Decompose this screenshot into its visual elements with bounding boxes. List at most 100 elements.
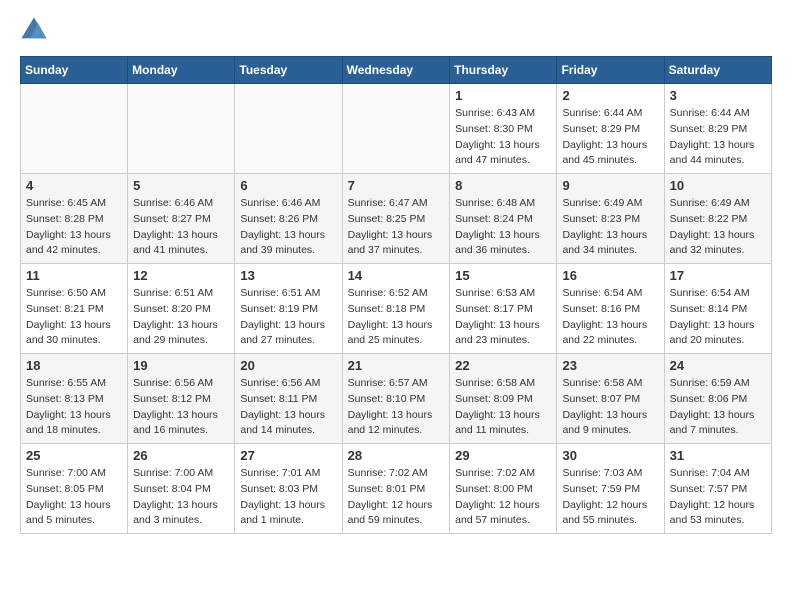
calendar-cell: 22 Sunrise: 6:58 AMSunset: 8:09 PMDayligh… (450, 354, 557, 444)
calendar-cell: 18 Sunrise: 6:55 AMSunset: 8:13 PMDayligh… (21, 354, 128, 444)
day-number: 28 (348, 448, 445, 463)
day-number: 2 (562, 88, 658, 103)
calendar-cell: 5 Sunrise: 6:46 AMSunset: 8:27 PMDaylight… (128, 174, 235, 264)
day-number: 9 (562, 178, 658, 193)
calendar-cell: 20 Sunrise: 6:56 AMSunset: 8:11 PMDayligh… (235, 354, 342, 444)
logo-icon (20, 16, 48, 44)
calendar-cell: 14 Sunrise: 6:52 AMSunset: 8:18 PMDayligh… (342, 264, 450, 354)
day-info: Sunrise: 6:43 AMSunset: 8:30 PMDaylight:… (455, 106, 551, 169)
header-saturday: Saturday (664, 57, 771, 84)
calendar-cell: 11 Sunrise: 6:50 AMSunset: 8:21 PMDayligh… (21, 264, 128, 354)
day-number: 20 (240, 358, 336, 373)
day-info: Sunrise: 6:55 AMSunset: 8:13 PMDaylight:… (26, 376, 122, 439)
calendar-cell (342, 84, 450, 174)
day-number: 12 (133, 268, 229, 283)
day-number: 11 (26, 268, 122, 283)
calendar-table: SundayMondayTuesdayWednesdayThursdayFrid… (20, 56, 772, 534)
day-info: Sunrise: 6:58 AMSunset: 8:09 PMDaylight:… (455, 376, 551, 439)
day-number: 23 (562, 358, 658, 373)
day-info: Sunrise: 7:00 AMSunset: 8:04 PMDaylight:… (133, 466, 229, 529)
day-info: Sunrise: 6:49 AMSunset: 8:23 PMDaylight:… (562, 196, 658, 259)
calendar-cell: 28 Sunrise: 7:02 AMSunset: 8:01 PMDayligh… (342, 444, 450, 534)
calendar-cell: 13 Sunrise: 6:51 AMSunset: 8:19 PMDayligh… (235, 264, 342, 354)
calendar-cell: 29Sunrise: 7:02 AMSunset: 8:00 PMDayligh… (450, 444, 557, 534)
calendar-header-row: SundayMondayTuesdayWednesdayThursdayFrid… (21, 57, 772, 84)
calendar-cell: 1 Sunrise: 6:43 AMSunset: 8:30 PMDaylight… (450, 84, 557, 174)
day-info: Sunrise: 6:44 AMSunset: 8:29 PMDaylight:… (670, 106, 766, 169)
calendar-cell: 25 Sunrise: 7:00 AMSunset: 8:05 PMDayligh… (21, 444, 128, 534)
calendar-cell: 15 Sunrise: 6:53 AMSunset: 8:17 PMDayligh… (450, 264, 557, 354)
calendar-cell: 24Sunrise: 6:59 AMSunset: 8:06 PMDayligh… (664, 354, 771, 444)
day-number: 13 (240, 268, 336, 283)
day-info: Sunrise: 6:47 AMSunset: 8:25 PMDaylight:… (348, 196, 445, 259)
day-number: 4 (26, 178, 122, 193)
day-info: Sunrise: 6:48 AMSunset: 8:24 PMDaylight:… (455, 196, 551, 259)
day-info: Sunrise: 7:04 AMSunset: 7:57 PMDaylight:… (670, 466, 766, 529)
day-info: Sunrise: 6:51 AMSunset: 8:20 PMDaylight:… (133, 286, 229, 349)
header-sunday: Sunday (21, 57, 128, 84)
day-number: 7 (348, 178, 445, 193)
header (20, 16, 772, 44)
calendar-week-1: 1 Sunrise: 6:43 AMSunset: 8:30 PMDaylight… (21, 84, 772, 174)
day-number: 22 (455, 358, 551, 373)
header-tuesday: Tuesday (235, 57, 342, 84)
calendar-cell: 27Sunrise: 7:01 AMSunset: 8:03 PMDayligh… (235, 444, 342, 534)
day-info: Sunrise: 6:57 AMSunset: 8:10 PMDaylight:… (348, 376, 445, 439)
day-info: Sunrise: 7:02 AMSunset: 8:01 PMDaylight:… (348, 466, 445, 529)
day-number: 31 (670, 448, 766, 463)
header-wednesday: Wednesday (342, 57, 450, 84)
calendar-cell (235, 84, 342, 174)
header-monday: Monday (128, 57, 235, 84)
calendar-cell: 12 Sunrise: 6:51 AMSunset: 8:20 PMDayligh… (128, 264, 235, 354)
header-thursday: Thursday (450, 57, 557, 84)
calendar-week-3: 11 Sunrise: 6:50 AMSunset: 8:21 PMDayligh… (21, 264, 772, 354)
calendar-cell (21, 84, 128, 174)
day-info: Sunrise: 6:53 AMSunset: 8:17 PMDaylight:… (455, 286, 551, 349)
calendar-cell: 31 Sunrise: 7:04 AMSunset: 7:57 PMDayligh… (664, 444, 771, 534)
day-number: 1 (455, 88, 551, 103)
day-number: 5 (133, 178, 229, 193)
day-info: Sunrise: 6:51 AMSunset: 8:19 PMDaylight:… (240, 286, 336, 349)
calendar-cell: 26Sunrise: 7:00 AMSunset: 8:04 PMDayligh… (128, 444, 235, 534)
day-number: 10 (670, 178, 766, 193)
calendar-cell: 4Sunrise: 6:45 AMSunset: 8:28 PMDaylight… (21, 174, 128, 264)
day-info: Sunrise: 6:49 AMSunset: 8:22 PMDaylight:… (670, 196, 766, 259)
calendar-cell: 3 Sunrise: 6:44 AMSunset: 8:29 PMDaylight… (664, 84, 771, 174)
day-info: Sunrise: 7:00 AMSunset: 8:05 PMDaylight:… (26, 466, 122, 529)
day-info: Sunrise: 6:58 AMSunset: 8:07 PMDaylight:… (562, 376, 658, 439)
day-info: Sunrise: 6:54 AMSunset: 8:16 PMDaylight:… (562, 286, 658, 349)
day-info: Sunrise: 6:44 AMSunset: 8:29 PMDaylight:… (562, 106, 658, 169)
calendar-cell: 23 Sunrise: 6:58 AMSunset: 8:07 PMDayligh… (557, 354, 664, 444)
calendar-cell: 9 Sunrise: 6:49 AMSunset: 8:23 PMDaylight… (557, 174, 664, 264)
day-number: 6 (240, 178, 336, 193)
day-info: Sunrise: 6:50 AMSunset: 8:21 PMDaylight:… (26, 286, 122, 349)
day-number: 17 (670, 268, 766, 283)
calendar-cell (128, 84, 235, 174)
calendar-week-2: 4Sunrise: 6:45 AMSunset: 8:28 PMDaylight… (21, 174, 772, 264)
calendar-cell: 2 Sunrise: 6:44 AMSunset: 8:29 PMDaylight… (557, 84, 664, 174)
calendar-cell: 21 Sunrise: 6:57 AMSunset: 8:10 PMDayligh… (342, 354, 450, 444)
header-friday: Friday (557, 57, 664, 84)
day-number: 15 (455, 268, 551, 283)
day-info: Sunrise: 6:56 AMSunset: 8:11 PMDaylight:… (240, 376, 336, 439)
day-number: 3 (670, 88, 766, 103)
day-number: 27 (240, 448, 336, 463)
day-info: Sunrise: 6:46 AMSunset: 8:27 PMDaylight:… (133, 196, 229, 259)
day-number: 19 (133, 358, 229, 373)
day-number: 14 (348, 268, 445, 283)
day-number: 18 (26, 358, 122, 373)
calendar-cell: 17Sunrise: 6:54 AMSunset: 8:14 PMDayligh… (664, 264, 771, 354)
day-info: Sunrise: 7:03 AMSunset: 7:59 PMDaylight:… (562, 466, 658, 529)
day-info: Sunrise: 7:02 AMSunset: 8:00 PMDaylight:… (455, 466, 551, 529)
day-number: 25 (26, 448, 122, 463)
day-info: Sunrise: 6:46 AMSunset: 8:26 PMDaylight:… (240, 196, 336, 259)
day-info: Sunrise: 6:56 AMSunset: 8:12 PMDaylight:… (133, 376, 229, 439)
calendar-week-5: 25 Sunrise: 7:00 AMSunset: 8:05 PMDayligh… (21, 444, 772, 534)
day-number: 30 (562, 448, 658, 463)
calendar-cell: 16 Sunrise: 6:54 AMSunset: 8:16 PMDayligh… (557, 264, 664, 354)
calendar-week-4: 18 Sunrise: 6:55 AMSunset: 8:13 PMDayligh… (21, 354, 772, 444)
day-number: 21 (348, 358, 445, 373)
day-info: Sunrise: 6:52 AMSunset: 8:18 PMDaylight:… (348, 286, 445, 349)
logo (20, 16, 52, 44)
day-number: 16 (562, 268, 658, 283)
